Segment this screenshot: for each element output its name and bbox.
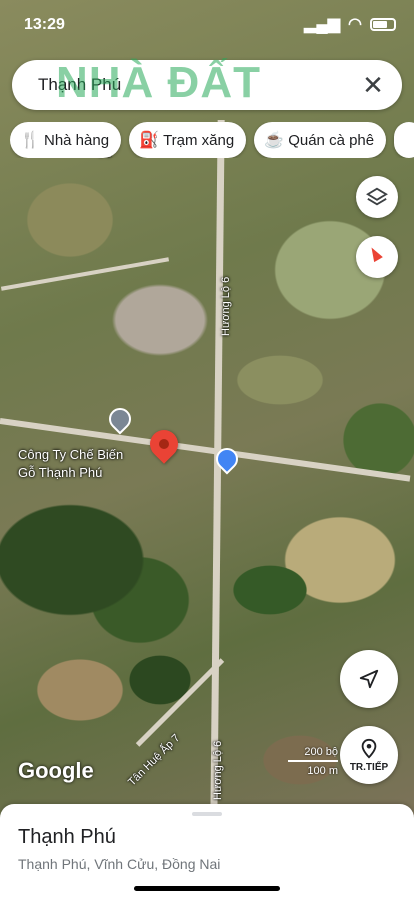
battery-icon — [370, 17, 396, 31]
sheet-drag-handle[interactable] — [192, 812, 222, 816]
road-label: Tân Huệ Ấp 7 — [126, 732, 183, 789]
road-label: Hương Lộ 6 — [212, 740, 224, 800]
status-icons: ▂▄▆ ◠ — [304, 14, 396, 34]
close-icon[interactable]: ✕ — [356, 68, 390, 102]
poi-label[interactable]: Công Ty Chế Biến Gỗ Thạnh Phú — [18, 446, 123, 482]
scale-imperial: 200 bộ — [288, 746, 338, 762]
home-indicator[interactable] — [134, 886, 280, 891]
poi-label-line: Công Ty Chế Biến — [18, 447, 124, 462]
chip-label: Quán cà phê — [288, 131, 375, 149]
place-title: Thạnh Phú — [18, 826, 116, 848]
chip-gas-stations[interactable]: ⛽ Trạm xăng — [129, 122, 247, 158]
status-time: 13:29 — [24, 16, 65, 33]
chip-label: Nhà hàng — [44, 131, 110, 149]
road-label: Hương Lộ 6 — [220, 276, 232, 336]
chip-label: Trạm xăng — [163, 131, 235, 149]
my-location-button[interactable] — [340, 650, 398, 708]
place-address: Thạnh Phú, Vĩnh Cửu, Đồng Nai — [18, 856, 221, 872]
scale-metric: 100 m — [307, 765, 338, 777]
search-bar[interactable]: Thạnh Phú ✕ — [12, 60, 402, 110]
chip-more[interactable] — [394, 122, 414, 158]
poi-label-line: Gỗ Thạnh Phú — [18, 465, 103, 480]
status-bar: 13:29 ▂▄▆ ◠ — [0, 0, 414, 50]
category-chips: 🍴 Nhà hàng ⛽ Trạm xăng ☕ Quán cà phê — [10, 122, 414, 158]
selected-location-pin-icon[interactable] — [144, 424, 184, 464]
directions-button[interactable]: TR.TIẾP — [340, 726, 398, 784]
scale-bar: 200 bộ 100 m — [288, 746, 338, 777]
coffee-icon: ☕ — [264, 132, 285, 149]
chip-restaurants[interactable]: 🍴 Nhà hàng — [10, 122, 122, 158]
directions-label: TR.TIẾP — [349, 761, 389, 773]
maps-screen: Hương Lộ 6 Hương Lộ 6 Tân Huệ Ấp 7 od Cô… — [0, 0, 414, 900]
layers-button[interactable] — [356, 176, 398, 218]
chip-coffee[interactable]: ☕ Quán cà phê — [254, 122, 387, 158]
compass-icon — [367, 244, 383, 263]
navigate-pin-icon — [361, 738, 377, 759]
location-arrow-icon — [359, 669, 379, 689]
road-left — [0, 257, 170, 291]
signal-icon: ▂▄▆ — [304, 16, 341, 33]
poi-pin-icon[interactable] — [104, 403, 136, 435]
google-logo: Google — [18, 758, 94, 783]
restaurant-icon: 🍴 — [20, 132, 40, 149]
compass-button[interactable] — [356, 236, 398, 278]
layers-icon — [366, 187, 388, 206]
search-query[interactable]: Thạnh Phú — [38, 75, 121, 95]
gas-station-icon: ⛽ — [139, 132, 159, 149]
wifi-icon: ◠ — [348, 16, 362, 33]
